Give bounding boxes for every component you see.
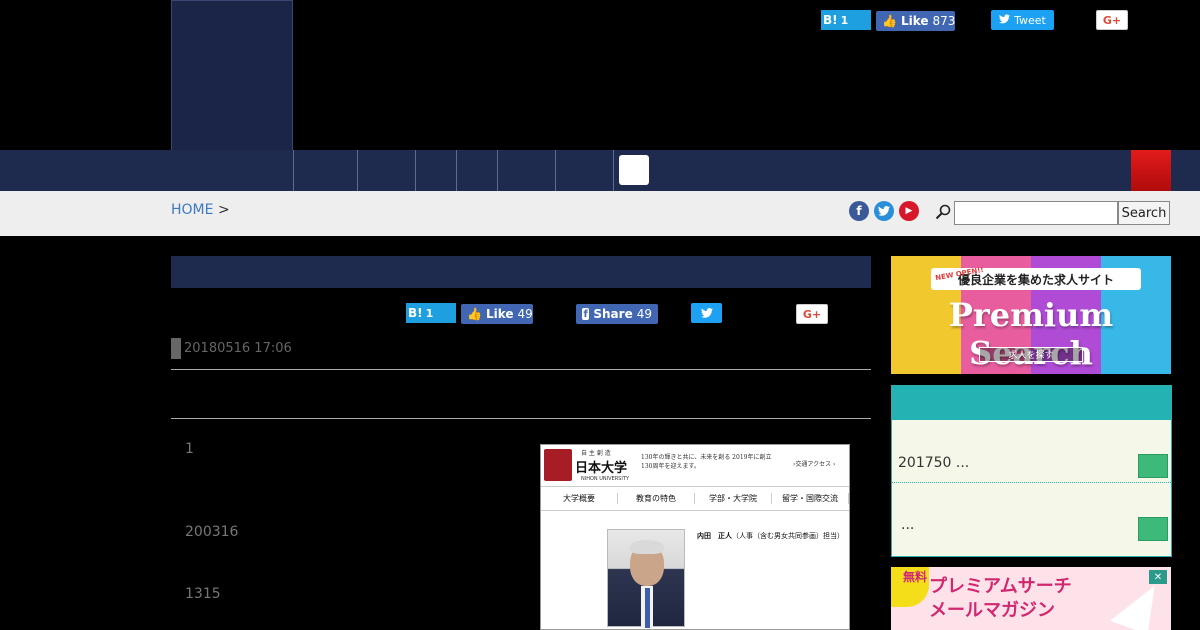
univ-access-link: ›交通アクセス › [793, 461, 836, 468]
list-item-button[interactable] [1138, 454, 1168, 478]
facebook-like-button[interactable]: 👍 Like 873 [876, 11, 955, 31]
univ-name-en: NIHON UNIVERSITY [581, 476, 629, 482]
article-title-bar [171, 256, 871, 288]
youtube-icon[interactable]: ▶ [899, 201, 919, 221]
mail-magazine-banner[interactable]: 無料 プレミアムサーチ メールマガジン ✕ [891, 567, 1171, 630]
univ-tagline: 130年の輝きと共に、未来を創る 2019年に創立130周年を迎えます。 [641, 454, 772, 470]
ranking-header [892, 386, 1171, 420]
fb-like-count: 49 [517, 307, 533, 321]
article-paragraph: 1315 [185, 586, 221, 602]
nav-item-6[interactable] [555, 150, 613, 191]
portrait-hair [630, 540, 664, 554]
nav-item-4[interactable] [456, 150, 497, 191]
fb-like-label: Like [900, 14, 929, 28]
university-logo [544, 449, 572, 481]
univ-header: 自 主 創 造 日本大学 NIHON UNIVERSITY 130年の輝きと共に… [541, 445, 849, 487]
univ-name: 日本大学 [575, 461, 628, 476]
univ-nav-item: 大学概要 [541, 493, 618, 504]
list-item[interactable]: ... [892, 483, 1171, 556]
facebook-glyph: f [856, 204, 862, 218]
fb-like-count: 873 [932, 14, 956, 28]
list-item[interactable]: 201750 ... [892, 420, 1171, 483]
article-paragraph: 200316 [185, 524, 239, 540]
google-plus-button[interactable]: G+ [1096, 10, 1128, 30]
facebook-icon: f [582, 308, 590, 320]
facebook-icon[interactable]: f [849, 201, 869, 221]
article-fb-share-button[interactable]: f Share 49 [576, 304, 658, 324]
article-image: 自 主 創 造 日本大学 NIHON UNIVERSITY 130年の輝きと共に… [540, 444, 850, 630]
caption-name: 内田 正人 [697, 532, 732, 540]
breadcrumb: HOME > [171, 202, 230, 218]
breadcrumb-home-link[interactable]: HOME [171, 202, 213, 218]
nav-item-5[interactable] [497, 150, 555, 191]
nav-item-3[interactable] [415, 150, 456, 191]
univ-nav: 大学概要 教育の特色 学部・大学院 留学・国際交流 [541, 487, 849, 511]
univ-nav-item: 教育の特色 [618, 493, 695, 504]
tweet-label: Tweet [1014, 13, 1046, 27]
nav-item-1[interactable] [293, 150, 357, 191]
caption-role: （人事（含む男女共同参画）担当） [732, 532, 844, 540]
twitter-bird-icon [878, 206, 890, 216]
twitter-bird-icon [999, 13, 1011, 27]
search-button[interactable]: Search [1118, 201, 1170, 225]
fb-like-label: Like [485, 307, 514, 321]
fb-share-count: 49 [636, 307, 652, 321]
portrait-photo [607, 529, 685, 628]
article-google-plus-button[interactable]: G+ [796, 304, 828, 324]
nav-item-2[interactable] [357, 150, 415, 191]
list-item-text: 201750 ... [898, 455, 970, 471]
banner-cta-button[interactable]: 求人を探す [979, 347, 1083, 362]
article-hatena-button[interactable]: B! 1 [406, 303, 456, 323]
portrait-tie [645, 588, 650, 628]
search-icon [935, 204, 951, 220]
ranking-box: 201750 ... ... [891, 385, 1172, 557]
article-tweet-button[interactable] [691, 303, 722, 323]
divider [171, 418, 871, 419]
mail-title: プレミアムサーチ メールマガジン [929, 575, 1072, 623]
date-marker [171, 338, 181, 359]
breadcrumb-separator: > [217, 202, 230, 218]
list-item-text: ... [901, 517, 915, 533]
thumbs-up-icon: 👍 [882, 14, 897, 28]
google-plus-label: G+ [802, 307, 822, 321]
divider [171, 369, 871, 370]
univ-motto: 自 主 創 造 [581, 450, 611, 457]
portrait-caption: 内田 正人（人事（含む男女共同参画）担当） [697, 531, 844, 541]
nav-red-button[interactable] [1131, 150, 1171, 191]
mail-title-line1: プレミアムサーチ [929, 576, 1072, 597]
close-icon[interactable]: ✕ [1149, 570, 1167, 584]
mail-title-line2: メールマガジン [929, 600, 1055, 621]
google-plus-label: G+ [1102, 13, 1122, 27]
hatena-label: B! [823, 13, 838, 27]
hatena-count: 1 [840, 13, 849, 27]
premium-search-banner[interactable]: 優良企業を集めた求人サイト NEW OPEN!! Premium Search … [891, 256, 1171, 374]
twitter-bird-icon [700, 308, 713, 318]
article-fb-like-button[interactable]: 👍 Like 49 [461, 304, 533, 324]
free-badge: 無料 [891, 567, 929, 607]
thumbs-up-icon: 👍 [467, 307, 482, 321]
search-input[interactable] [954, 201, 1118, 225]
hatena-bookmark-button[interactable]: B! 1 [821, 10, 871, 30]
hatena-label: B! [408, 306, 423, 320]
fb-share-label: Share [593, 307, 633, 321]
youtube-glyph: ▶ [905, 206, 913, 216]
post-date: 20180516 17:06 [184, 341, 292, 356]
hatena-count: 1 [425, 306, 434, 320]
article-paragraph: 1 [185, 441, 194, 457]
twitter-icon[interactable] [874, 201, 894, 221]
nav-divider [613, 150, 614, 191]
tweet-button[interactable]: Tweet [991, 10, 1054, 30]
nav-menu-button[interactable] [619, 155, 649, 185]
univ-nav-item: 留学・国際交流 [772, 493, 849, 504]
list-item-button[interactable] [1138, 517, 1168, 541]
univ-nav-item: 学部・大学院 [695, 493, 772, 504]
